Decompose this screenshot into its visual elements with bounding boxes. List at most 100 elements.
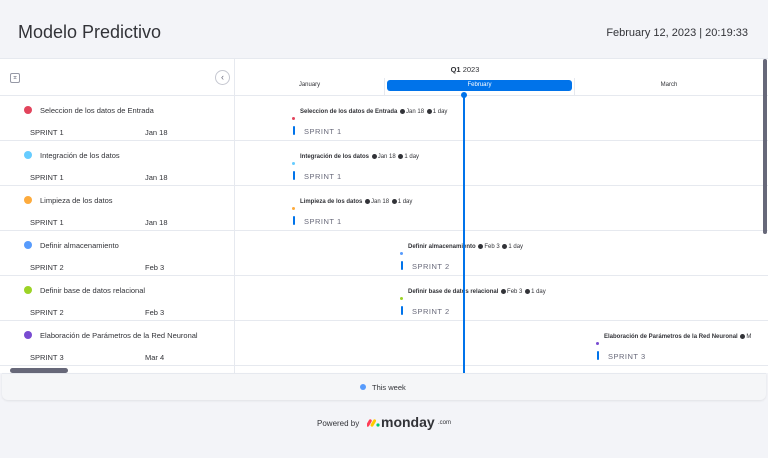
task-marker bbox=[292, 162, 295, 165]
header-datetime: February 12, 2023 | 20:19:33 bbox=[606, 27, 748, 39]
status-dot bbox=[24, 286, 32, 294]
bar-title: Definir almacenamiento bbox=[408, 244, 476, 251]
bar-duration: 1 day bbox=[508, 244, 524, 251]
task-date: Jan 18 bbox=[145, 128, 168, 137]
bar-duration: 1 day bbox=[404, 154, 420, 161]
bar-date: Feb 3 bbox=[507, 289, 523, 296]
dot-icon bbox=[391, 199, 397, 204]
quarter-year: 2023 bbox=[462, 65, 480, 74]
brand-name: monday bbox=[381, 414, 435, 430]
bar-label[interactable]: Elaboración de Parámetros de la Red Neur… bbox=[604, 334, 751, 340]
bar-date: M bbox=[746, 334, 752, 341]
vertical-scrollbar[interactable] bbox=[763, 59, 767, 234]
today-marker-line bbox=[463, 93, 465, 373]
legend-bar: This week bbox=[2, 373, 766, 400]
dot-icon bbox=[478, 244, 484, 249]
bar-date: Jan 18 bbox=[371, 199, 390, 206]
task-sprint: SPRINT 2 bbox=[30, 263, 64, 272]
bar-duration: 1 day bbox=[397, 199, 413, 206]
bar-date: Feb 3 bbox=[484, 244, 500, 251]
today-marker-handle[interactable] bbox=[461, 92, 467, 98]
task-date: Mar 4 bbox=[145, 353, 165, 362]
timeline-header: Q1 2023 January February March bbox=[235, 59, 768, 96]
bar-sprint: SPRINT 1 bbox=[293, 216, 342, 226]
quarter-label: Q1 2023 bbox=[235, 65, 695, 74]
task-sprint: SPRINT 1 bbox=[30, 218, 64, 227]
bar-label[interactable]: Integración de los datos Jan 18 1 day bbox=[300, 154, 419, 160]
dot-icon bbox=[371, 154, 377, 159]
bar-sprint: SPRINT 1 bbox=[293, 171, 342, 181]
table-row[interactable]: Seleccion de los datos de Entrada SPRINT… bbox=[0, 96, 768, 141]
task-sprint: SPRINT 3 bbox=[30, 353, 64, 362]
table-row[interactable]: Definir almacenamiento SPRINT 2 Feb 3 De… bbox=[0, 231, 768, 276]
bar-title: Definir base de datos relacional bbox=[408, 289, 499, 296]
dot-icon bbox=[400, 109, 406, 114]
task-date: Feb 3 bbox=[145, 308, 165, 317]
legend-label: This week bbox=[372, 383, 406, 392]
task-date: Feb 3 bbox=[145, 263, 165, 272]
bar-duration: 1 day bbox=[531, 289, 546, 296]
page-title: Modelo Predictivo bbox=[18, 22, 162, 42]
dot-icon bbox=[360, 384, 366, 390]
bar-sprint: SPRINT 3 bbox=[597, 351, 646, 361]
dot-icon bbox=[398, 154, 404, 159]
month-divider bbox=[384, 78, 385, 96]
dot-icon bbox=[365, 199, 371, 204]
task-marker bbox=[400, 297, 403, 300]
task-marker bbox=[292, 207, 295, 210]
bar-date: Jan 18 bbox=[406, 109, 425, 116]
powered-by-label: Powered by bbox=[317, 419, 360, 428]
table-row[interactable]: Elaboración de Parámetros de la Red Neur… bbox=[0, 321, 768, 366]
gantt-board: ⌅ ‹ Q1 2023 January February March Selec… bbox=[0, 58, 768, 373]
task-marker bbox=[400, 252, 403, 255]
quarter-name: Q1 bbox=[450, 65, 461, 74]
status-dot bbox=[24, 151, 32, 159]
bar-label[interactable]: Definir almacenamiento Feb 3 1 day bbox=[408, 244, 523, 250]
bar-sprint: SPRINT 1 bbox=[293, 126, 342, 136]
brand-suffix: .com bbox=[438, 420, 452, 426]
bar-title: Seleccion de los datos de Entrada bbox=[300, 109, 398, 116]
task-date: Jan 18 bbox=[145, 218, 168, 227]
status-dot bbox=[24, 106, 32, 114]
task-sprint: SPRINT 1 bbox=[30, 128, 64, 137]
dot-icon bbox=[501, 289, 507, 294]
table-row[interactable]: Integración de los datos SPRINT 1 Jan 18… bbox=[0, 141, 768, 186]
task-sprint: SPRINT 1 bbox=[30, 173, 64, 182]
status-dot bbox=[24, 331, 32, 339]
task-name[interactable]: Limpieza de los datos bbox=[40, 196, 113, 205]
bar-label[interactable]: Definir base de datos relacional Feb 3 1… bbox=[408, 289, 546, 295]
month-january[interactable]: January bbox=[235, 80, 384, 91]
bar-label[interactable]: Limpieza de los datos Jan 18 1 day bbox=[300, 199, 412, 205]
collapse-icon[interactable]: ⌅ bbox=[10, 73, 20, 83]
status-dot bbox=[24, 196, 32, 204]
task-column-header: ⌅ ‹ bbox=[0, 59, 234, 96]
task-marker bbox=[596, 342, 599, 345]
bar-sprint: SPRINT 2 bbox=[401, 261, 450, 271]
task-name[interactable]: Definir base de datos relacional bbox=[40, 286, 145, 295]
dot-icon bbox=[740, 334, 746, 339]
task-sprint: SPRINT 2 bbox=[30, 308, 64, 317]
table-row[interactable]: Limpieza de los datos SPRINT 1 Jan 18 Li… bbox=[0, 186, 768, 231]
task-marker bbox=[292, 117, 295, 120]
chevron-left-icon[interactable]: ‹ bbox=[215, 70, 230, 85]
monday-logo-icon bbox=[367, 419, 380, 427]
bar-label[interactable]: Seleccion de los datos de Entrada Jan 18… bbox=[300, 109, 447, 115]
status-dot bbox=[24, 241, 32, 249]
dot-icon bbox=[525, 289, 531, 294]
table-row[interactable]: Definir base de datos relacional SPRINT … bbox=[0, 276, 768, 321]
task-name[interactable]: Seleccion de los datos de Entrada bbox=[40, 106, 154, 115]
bar-sprint: SPRINT 2 bbox=[401, 306, 450, 316]
bar-duration: 1 day bbox=[432, 109, 448, 116]
bar-title: Integración de los datos bbox=[300, 154, 370, 161]
month-march[interactable]: March bbox=[575, 80, 763, 91]
dot-icon bbox=[426, 109, 432, 114]
bar-title: Elaboración de Parámetros de la Red Neur… bbox=[604, 334, 738, 341]
dot-icon bbox=[502, 244, 508, 249]
task-name[interactable]: Integración de los datos bbox=[40, 151, 120, 160]
month-february[interactable]: February bbox=[387, 80, 572, 91]
bar-title: Limpieza de los datos bbox=[300, 199, 363, 206]
task-date: Jan 18 bbox=[145, 173, 168, 182]
task-name[interactable]: Definir almacenamiento bbox=[40, 241, 119, 250]
bar-date: Jan 18 bbox=[377, 154, 396, 161]
task-name[interactable]: Elaboración de Parámetros de la Red Neur… bbox=[40, 331, 198, 340]
